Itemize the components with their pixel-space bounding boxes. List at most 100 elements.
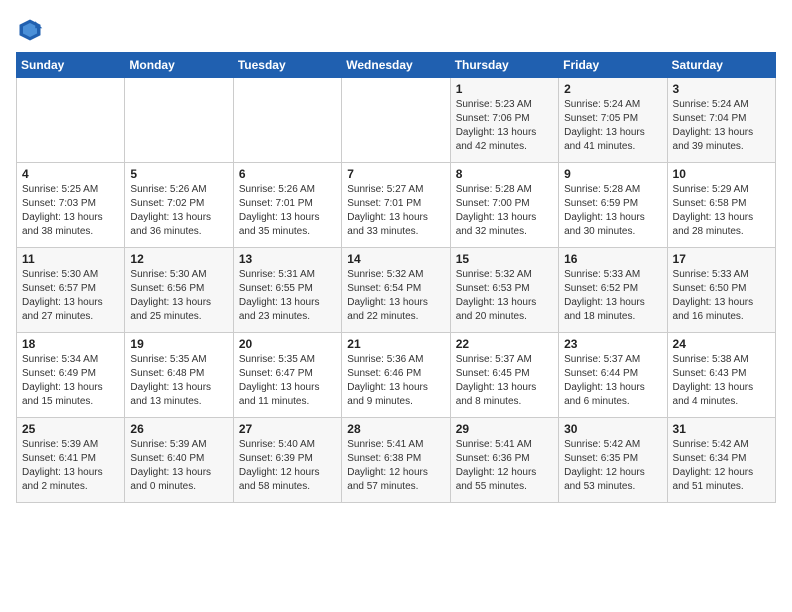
day-detail: Sunrise: 5:25 AM Sunset: 7:03 PM Dayligh…	[22, 183, 119, 239]
day-detail: Sunrise: 5:39 AM Sunset: 6:41 PM Dayligh…	[22, 438, 119, 494]
day-number: 13	[239, 252, 336, 266]
logo	[16, 16, 48, 44]
day-detail: Sunrise: 5:33 AM Sunset: 6:52 PM Dayligh…	[564, 268, 661, 324]
week-row-1: 1 Sunrise: 5:23 AM Sunset: 7:06 PM Daylig…	[17, 78, 776, 163]
day-cell: 25 Sunrise: 5:39 AM Sunset: 6:41 PM Dayli…	[17, 418, 125, 503]
day-cell: 2Sunrise: 5:24 AM Sunset: 7:05 PM Daylig…	[559, 78, 667, 163]
day-cell: 19 Sunrise: 5:35 AM Sunset: 6:48 PM Dayli…	[125, 333, 233, 418]
day-detail: Sunrise: 5:28 AM Sunset: 7:00 PM Dayligh…	[456, 183, 553, 239]
day-number: 24	[673, 337, 770, 351]
day-detail: Sunrise: 5:28 AM Sunset: 6:59 PM Dayligh…	[564, 183, 661, 239]
day-number: 27	[239, 422, 336, 436]
day-number: 23	[564, 337, 661, 351]
day-number: 31	[673, 422, 770, 436]
day-cell: 7 Sunrise: 5:27 AM Sunset: 7:01 PM Daylig…	[342, 163, 450, 248]
day-number: 9	[564, 167, 661, 181]
day-number: 28	[347, 422, 444, 436]
day-detail: Sunrise: 5:37 AM Sunset: 6:44 PM Dayligh…	[564, 353, 661, 409]
week-row-2: 4 Sunrise: 5:25 AM Sunset: 7:03 PM Daylig…	[17, 163, 776, 248]
day-detail: Sunrise: 5:41 AM Sunset: 6:36 PM Dayligh…	[456, 438, 553, 494]
day-cell: 27 Sunrise: 5:40 AM Sunset: 6:39 PM Dayli…	[233, 418, 341, 503]
day-cell	[125, 78, 233, 163]
day-detail: Sunrise: 5:42 AM Sunset: 6:34 PM Dayligh…	[673, 438, 770, 494]
day-detail: Sunrise: 5:40 AM Sunset: 6:39 PM Dayligh…	[239, 438, 336, 494]
day-number: 16	[564, 252, 661, 266]
day-cell: 24Sunrise: 5:38 AM Sunset: 6:43 PM Dayli…	[667, 333, 775, 418]
day-detail: Sunrise: 5:35 AM Sunset: 6:48 PM Dayligh…	[130, 353, 227, 409]
day-detail: Sunrise: 5:33 AM Sunset: 6:50 PM Dayligh…	[673, 268, 770, 324]
week-row-3: 11 Sunrise: 5:30 AM Sunset: 6:57 PM Dayli…	[17, 248, 776, 333]
day-cell: 22Sunrise: 5:37 AM Sunset: 6:45 PM Dayli…	[450, 333, 558, 418]
page-header	[16, 16, 776, 44]
day-cell: 9 Sunrise: 5:28 AM Sunset: 6:59 PM Daylig…	[559, 163, 667, 248]
day-cell: 14 Sunrise: 5:32 AM Sunset: 6:54 PM Dayli…	[342, 248, 450, 333]
day-cell: 31 Sunrise: 5:42 AM Sunset: 6:34 PM Dayli…	[667, 418, 775, 503]
day-cell: 8 Sunrise: 5:28 AM Sunset: 7:00 PM Daylig…	[450, 163, 558, 248]
day-cell: 23 Sunrise: 5:37 AM Sunset: 6:44 PM Dayli…	[559, 333, 667, 418]
day-detail: Sunrise: 5:26 AM Sunset: 7:02 PM Dayligh…	[130, 183, 227, 239]
day-number: 20	[239, 337, 336, 351]
day-cell: 28 Sunrise: 5:41 AM Sunset: 6:38 PM Dayli…	[342, 418, 450, 503]
day-number: 1	[456, 82, 553, 96]
day-number: 4	[22, 167, 119, 181]
col-header-tuesday: Tuesday	[233, 53, 341, 78]
day-cell: 1 Sunrise: 5:23 AM Sunset: 7:06 PM Daylig…	[450, 78, 558, 163]
col-header-friday: Friday	[559, 53, 667, 78]
col-header-sunday: Sunday	[17, 53, 125, 78]
day-detail: Sunrise: 5:29 AM Sunset: 6:58 PM Dayligh…	[673, 183, 770, 239]
day-number: 5	[130, 167, 227, 181]
day-detail: Sunrise: 5:27 AM Sunset: 7:01 PM Dayligh…	[347, 183, 444, 239]
day-number: 8	[456, 167, 553, 181]
day-cell: 6Sunrise: 5:26 AM Sunset: 7:01 PM Daylig…	[233, 163, 341, 248]
logo-icon	[16, 16, 44, 44]
day-cell: 3Sunrise: 5:24 AM Sunset: 7:04 PM Daylig…	[667, 78, 775, 163]
day-cell: 5 Sunrise: 5:26 AM Sunset: 7:02 PM Daylig…	[125, 163, 233, 248]
day-number: 10	[673, 167, 770, 181]
week-row-5: 25 Sunrise: 5:39 AM Sunset: 6:41 PM Dayli…	[17, 418, 776, 503]
day-cell: 12 Sunrise: 5:30 AM Sunset: 6:56 PM Dayli…	[125, 248, 233, 333]
day-detail: Sunrise: 5:41 AM Sunset: 6:38 PM Dayligh…	[347, 438, 444, 494]
day-number: 7	[347, 167, 444, 181]
day-number: 18	[22, 337, 119, 351]
col-header-monday: Monday	[125, 53, 233, 78]
day-cell: 21Sunrise: 5:36 AM Sunset: 6:46 PM Dayli…	[342, 333, 450, 418]
day-cell: 4 Sunrise: 5:25 AM Sunset: 7:03 PM Daylig…	[17, 163, 125, 248]
day-number: 17	[673, 252, 770, 266]
day-number: 11	[22, 252, 119, 266]
day-cell: 17 Sunrise: 5:33 AM Sunset: 6:50 PM Dayli…	[667, 248, 775, 333]
day-number: 30	[564, 422, 661, 436]
day-detail: Sunrise: 5:30 AM Sunset: 6:57 PM Dayligh…	[22, 268, 119, 324]
day-number: 26	[130, 422, 227, 436]
day-number: 19	[130, 337, 227, 351]
day-detail: Sunrise: 5:32 AM Sunset: 6:54 PM Dayligh…	[347, 268, 444, 324]
day-number: 12	[130, 252, 227, 266]
day-cell	[342, 78, 450, 163]
day-cell: 29Sunrise: 5:41 AM Sunset: 6:36 PM Dayli…	[450, 418, 558, 503]
col-header-saturday: Saturday	[667, 53, 775, 78]
day-number: 14	[347, 252, 444, 266]
day-number: 2	[564, 82, 661, 96]
day-cell: 26Sunrise: 5:39 AM Sunset: 6:40 PM Dayli…	[125, 418, 233, 503]
day-detail: Sunrise: 5:30 AM Sunset: 6:56 PM Dayligh…	[130, 268, 227, 324]
week-row-4: 18Sunrise: 5:34 AM Sunset: 6:49 PM Dayli…	[17, 333, 776, 418]
day-cell: 11 Sunrise: 5:30 AM Sunset: 6:57 PM Dayli…	[17, 248, 125, 333]
day-number: 22	[456, 337, 553, 351]
day-detail: Sunrise: 5:31 AM Sunset: 6:55 PM Dayligh…	[239, 268, 336, 324]
day-number: 3	[673, 82, 770, 96]
day-number: 25	[22, 422, 119, 436]
day-detail: Sunrise: 5:42 AM Sunset: 6:35 PM Dayligh…	[564, 438, 661, 494]
day-cell: 10 Sunrise: 5:29 AM Sunset: 6:58 PM Dayli…	[667, 163, 775, 248]
day-cell	[233, 78, 341, 163]
day-cell	[17, 78, 125, 163]
day-number: 6	[239, 167, 336, 181]
day-cell: 16 Sunrise: 5:33 AM Sunset: 6:52 PM Dayli…	[559, 248, 667, 333]
day-number: 21	[347, 337, 444, 351]
calendar-table: SundayMondayTuesdayWednesdayThursdayFrid…	[16, 52, 776, 503]
col-header-wednesday: Wednesday	[342, 53, 450, 78]
day-detail: Sunrise: 5:23 AM Sunset: 7:06 PM Dayligh…	[456, 98, 553, 154]
day-cell: 20 Sunrise: 5:35 AM Sunset: 6:47 PM Dayli…	[233, 333, 341, 418]
day-number: 15	[456, 252, 553, 266]
day-cell: 30 Sunrise: 5:42 AM Sunset: 6:35 PM Dayli…	[559, 418, 667, 503]
day-cell: 18Sunrise: 5:34 AM Sunset: 6:49 PM Dayli…	[17, 333, 125, 418]
day-detail: Sunrise: 5:35 AM Sunset: 6:47 PM Dayligh…	[239, 353, 336, 409]
